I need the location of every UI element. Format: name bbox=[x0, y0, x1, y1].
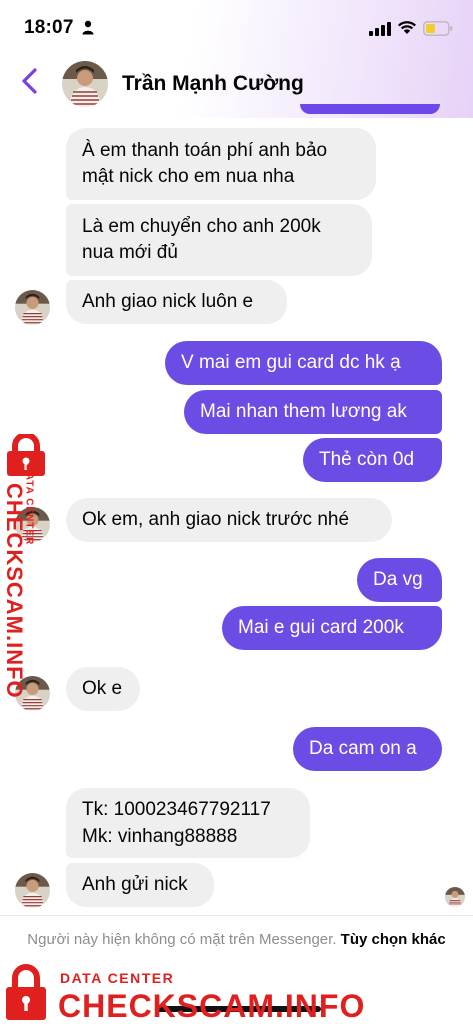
message-outgoing[interactable]: Da cam on a bbox=[293, 727, 442, 771]
contact-avatar-small bbox=[15, 290, 50, 325]
contact-name[interactable]: Trần Mạnh Cường bbox=[122, 72, 304, 96]
message-outgoing[interactable]: Da vg bbox=[357, 558, 442, 602]
message-outgoing[interactable]: Mai e gui card 200k bbox=[222, 606, 442, 650]
message-outgoing[interactable]: V mai em gui card dc hk ạ bbox=[165, 341, 442, 385]
read-receipt-avatar bbox=[445, 887, 465, 907]
message-outgoing[interactable]: Thẻ còn 0d bbox=[303, 438, 442, 482]
bottom-watermark-subtext: DATA CENTER bbox=[60, 970, 175, 986]
bottom-watermark-brand: CHECKSCAM.INFO bbox=[58, 988, 366, 1024]
person-icon bbox=[82, 20, 94, 35]
status-bar: 18:07 bbox=[0, 0, 473, 56]
wifi-icon bbox=[398, 21, 416, 34]
message-incoming-credentials[interactable]: Tk: 100023467792117 Mk: vinhang88888 bbox=[66, 788, 310, 858]
footer-divider bbox=[0, 915, 473, 916]
back-chevron-icon[interactable] bbox=[14, 64, 48, 98]
unavailable-notice: Người này hiện không có mặt trên Messeng… bbox=[20, 927, 453, 952]
status-time: 18:07 bbox=[24, 17, 74, 38]
message-outgoing[interactable]: Mai nhan them lương ak bbox=[184, 390, 442, 434]
message-line: Mk: vinhang88888 bbox=[82, 826, 238, 847]
message-incoming[interactable]: Anh giao nick luôn e bbox=[66, 280, 287, 324]
scrolled-message-edge bbox=[300, 104, 440, 114]
message-incoming[interactable]: À em thanh toán phí anh bảo mật nick cho… bbox=[66, 128, 376, 200]
lock-watermark-icon bbox=[6, 964, 46, 1020]
message-incoming[interactable]: Anh gửi nick bbox=[66, 863, 214, 907]
message-incoming[interactable]: Là em chuyển cho anh 200k nua mới đủ bbox=[66, 204, 372, 276]
side-watermark-subtext: DATA CENTER bbox=[23, 464, 35, 546]
battery-icon bbox=[423, 21, 453, 36]
message-line: Tk: 100023467792117 bbox=[82, 799, 271, 820]
message-incoming[interactable]: Ok em, anh giao nick trước nhé bbox=[66, 498, 392, 542]
more-options-link[interactable]: Tùy chọn khác bbox=[341, 931, 446, 948]
cellular-signal-icon bbox=[369, 22, 391, 36]
contact-avatar[interactable] bbox=[62, 61, 108, 107]
unavailable-notice-text: Người này hiện không có mặt trên Messeng… bbox=[27, 931, 337, 948]
message-incoming[interactable]: Ok e bbox=[66, 667, 140, 711]
contact-avatar-small bbox=[15, 873, 50, 908]
